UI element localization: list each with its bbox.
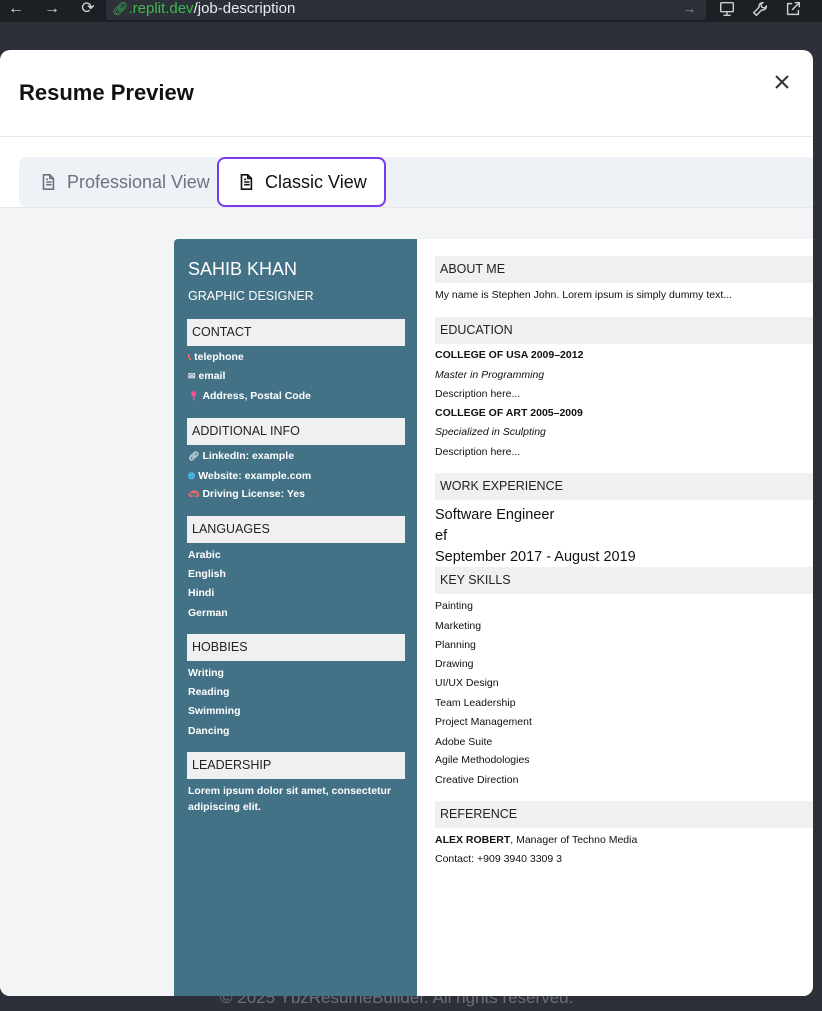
candidate-role: GRAPHIC DESIGNER [188, 289, 314, 303]
resume-main: ABOUT ME My name is Stephen John. Lorem … [417, 239, 813, 996]
education-degree: Specialized in Sculpting [435, 426, 546, 438]
reference-name: ALEX ROBERT [435, 834, 511, 846]
hobby-item: Swimming [188, 705, 241, 717]
document-icon [240, 173, 253, 191]
reference-heading: REFERENCE [435, 801, 813, 828]
contact-address: 📍︎ Address, Postal Code [188, 390, 311, 402]
devices-icon[interactable] [718, 0, 738, 20]
skill-item: UI/UX Design [435, 677, 499, 689]
car-icon: 🚗︎ [188, 489, 200, 499]
reload-icon[interactable]: ⟳ [78, 0, 98, 20]
divider [0, 136, 813, 137]
url-domain: .replit.dev [128, 0, 194, 17]
languages-heading: LANGUAGES [187, 516, 405, 543]
tab-label: Professional View [67, 171, 210, 192]
browser-toolbar: ← → ⟳ 🔗︎.replit.dev/job-description → [0, 0, 822, 22]
go-arrow-icon[interactable]: → [683, 0, 696, 18]
open-external-icon[interactable] [784, 0, 804, 20]
globe-icon: 🌐︎ [188, 471, 196, 481]
reference-position: , Manager of Techno Media [510, 834, 638, 846]
skill-item: Creative Direction [435, 774, 519, 786]
key-skills-heading: KEY SKILLS [435, 567, 813, 594]
pin-icon: 📍︎ [188, 391, 200, 401]
language-item: English [188, 568, 226, 580]
skill-item: Agile Methodologies [435, 754, 530, 766]
forward-arrow-icon[interactable]: → [42, 0, 62, 20]
skill-item: Marketing [435, 620, 482, 632]
link-icon: 🔗︎ [188, 451, 200, 461]
linkedin-line: 🔗︎ LinkedIn: example [188, 450, 295, 462]
hobby-item: Writing [188, 667, 224, 679]
wrench-icon[interactable] [751, 0, 771, 20]
skill-item: Drawing [435, 658, 474, 670]
education-school: COLLEGE OF USA 2009–2012 [435, 349, 584, 361]
link-icon: 🔗︎ [112, 1, 129, 16]
resume-preview-modal: Resume Preview Professional View Classic… [0, 50, 813, 996]
education-heading: EDUCATION [435, 317, 813, 344]
tab-label: Classic View [265, 171, 367, 192]
candidate-name: SAHIB KHAN [188, 259, 298, 279]
close-icon[interactable] [770, 70, 794, 94]
education-school: COLLEGE OF ART 2005–2009 [435, 407, 583, 419]
education-description: Description here... [435, 446, 521, 458]
phone-icon: 📞︎ [188, 352, 192, 362]
contact-email: ✉ email [188, 370, 226, 382]
about-heading: ABOUT ME [435, 256, 813, 283]
language-item: German [188, 607, 228, 619]
contact-heading: CONTACT [187, 319, 405, 346]
view-tabs: Professional View Classic View [19, 157, 813, 207]
work-company: ef [435, 528, 448, 544]
leadership-text: Lorem ipsum dolor sit amet, consectetur … [188, 785, 392, 813]
tab-professional-view[interactable]: Professional View [39, 157, 210, 207]
resume-sidebar: SAHIB KHAN GRAPHIC DESIGNER CONTACT 📞︎ te… [174, 239, 417, 996]
website-line: 🌐︎ Website: example.com [188, 470, 312, 482]
language-item: Hindi [188, 587, 215, 599]
skill-item: Team Leadership [435, 697, 516, 709]
resume-document: SAHIB KHAN GRAPHIC DESIGNER CONTACT 📞︎ te… [174, 239, 813, 996]
skill-item: Project Management [435, 716, 532, 728]
hobby-item: Reading [188, 686, 230, 698]
reference-contact: Contact: +909 3940 3309 3 [435, 853, 562, 865]
driving-license-line: 🚗︎ Driving License: Yes [188, 488, 305, 500]
modal-title: Resume Preview [19, 80, 194, 105]
document-icon [42, 173, 55, 191]
skill-item: Painting [435, 600, 473, 612]
back-arrow-icon[interactable]: ← [6, 0, 26, 20]
about-text: My name is Stephen John. Lorem ipsum is … [435, 289, 733, 301]
education-description: Description here... [435, 388, 521, 400]
skill-item: Planning [435, 639, 476, 651]
leadership-heading: LEADERSHIP [187, 752, 405, 779]
hobbies-heading: HOBBIES [187, 634, 405, 661]
work-experience-heading: WORK EXPERIENCE [435, 473, 813, 500]
language-item: Arabic [188, 549, 221, 561]
address-bar[interactable]: 🔗︎.replit.dev/job-description → [106, 0, 706, 20]
education-degree: Master in Programming [435, 369, 545, 381]
skill-item: Adobe Suite [435, 736, 493, 748]
tab-classic-view[interactable]: Classic View [217, 157, 386, 207]
additional-info-heading: ADDITIONAL INFO [187, 418, 405, 445]
mail-icon: ✉ [188, 371, 196, 381]
work-title: Software Engineer [435, 507, 555, 523]
url-path: /job-description [193, 0, 296, 17]
work-dates: September 2017 - August 2019 [435, 549, 636, 565]
hobby-item: Dancing [188, 725, 230, 737]
reference-name-line: ALEX ROBERT, Manager of Techno Media [435, 834, 637, 846]
contact-phone: 📞︎ telephone [188, 351, 244, 363]
